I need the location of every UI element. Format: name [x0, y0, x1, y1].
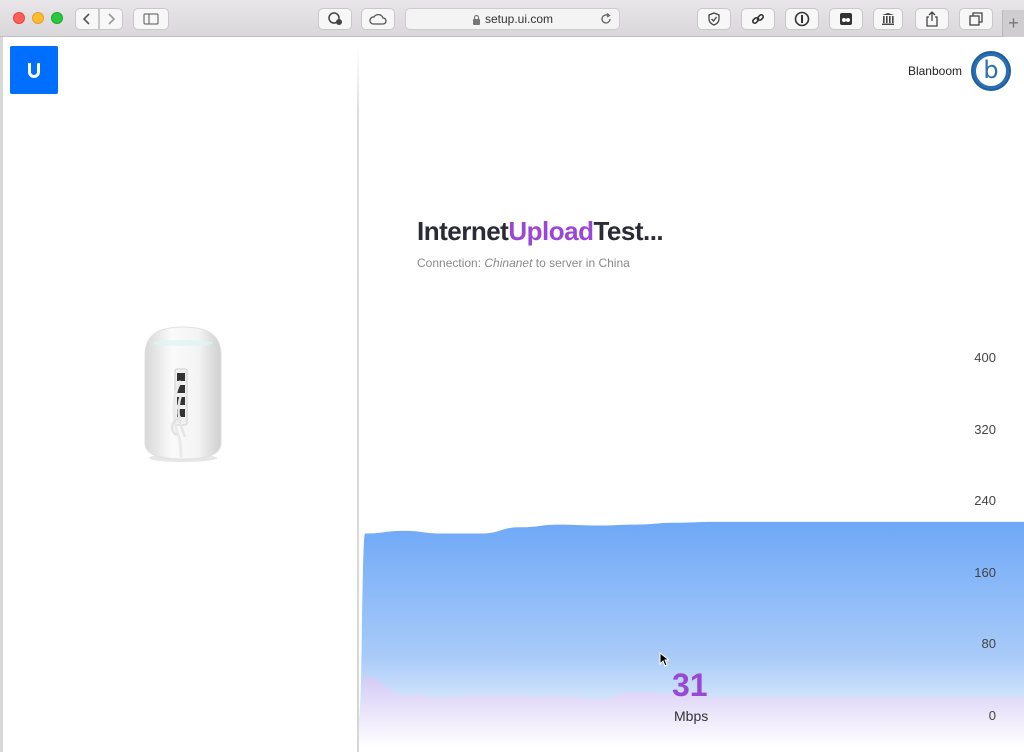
reload-icon[interactable] — [599, 12, 613, 26]
back-icon — [82, 13, 90, 25]
title-part1: Internet — [417, 216, 509, 246]
page-title: InternetUploadTest... — [417, 216, 664, 247]
link-icon — [751, 13, 765, 25]
share-button[interactable] — [915, 8, 949, 30]
connection-subtitle: Connection: Chinanet to server in China — [417, 256, 630, 270]
device-panel — [0, 37, 358, 752]
y-tick-label: 320 — [974, 421, 996, 437]
onepassword-icon — [794, 11, 810, 27]
sidebar-button[interactable] — [133, 8, 169, 30]
privacy-icon — [328, 12, 342, 25]
archive-icon — [882, 13, 894, 25]
minimize-window-button[interactable] — [32, 12, 44, 24]
tabs-icon — [969, 12, 983, 26]
current-speed-unit: Mbps — [674, 708, 709, 724]
subtitle-suffix: to server in China — [535, 256, 630, 270]
subtitle-isp: Chinanet — [484, 256, 533, 270]
share-icon — [926, 11, 938, 27]
tab-overview-button[interactable] — [959, 8, 993, 30]
current-speed-value: 31 — [672, 667, 708, 703]
mouse-cursor-icon — [659, 652, 669, 667]
y-tick-label: 240 — [974, 493, 996, 509]
avatar[interactable]: b — [971, 51, 1011, 91]
y-tick-label: 0 — [988, 708, 996, 723]
speed-test-panel: Blanboom b InternetUploadTest... Connect… — [359, 37, 1024, 752]
title-part2: Test... — [593, 216, 664, 246]
sidebar-icon — [143, 13, 159, 25]
archive-button[interactable] — [873, 8, 903, 30]
privacy-report-button[interactable] — [318, 8, 352, 30]
extension-button[interactable] — [829, 8, 863, 30]
title-accent: Upload — [508, 216, 594, 246]
user-name[interactable]: Blanboom — [908, 64, 962, 78]
adblock-button[interactable] — [697, 8, 731, 30]
subtitle-prefix: Connection: — [417, 256, 482, 270]
browser-toolbar: setup.ui.com + — [0, 0, 1024, 37]
lock-icon — [472, 14, 480, 25]
y-tick-label: 80 — [981, 636, 996, 652]
shield-icon — [708, 12, 720, 26]
url-text: setup.ui.com — [484, 12, 554, 26]
forward-button[interactable] — [99, 8, 123, 30]
extension-icon — [840, 13, 852, 25]
router-device-image — [144, 326, 222, 462]
y-tick-label: 160 — [974, 564, 996, 580]
icloud-button[interactable] — [361, 8, 395, 30]
page: Blanboom b InternetUploadTest... Connect… — [0, 37, 1024, 752]
avatar-letter: b — [975, 55, 1007, 87]
close-window-button[interactable] — [13, 12, 25, 24]
cloud-icon — [369, 13, 387, 25]
new-tab-icon: + — [1008, 13, 1019, 33]
ubiquiti-logo[interactable] — [10, 46, 58, 94]
forward-icon — [108, 13, 116, 25]
y-tick-label: 400 — [974, 350, 996, 365]
address-bar[interactable]: setup.ui.com — [405, 8, 620, 30]
onepassword-button[interactable] — [785, 8, 819, 30]
ubiquiti-logo-icon — [28, 63, 40, 78]
new-tab-button[interactable]: + — [1002, 10, 1024, 37]
back-button[interactable] — [75, 8, 99, 30]
maximize-window-button[interactable] — [51, 12, 63, 24]
link-button[interactable] — [741, 8, 775, 30]
